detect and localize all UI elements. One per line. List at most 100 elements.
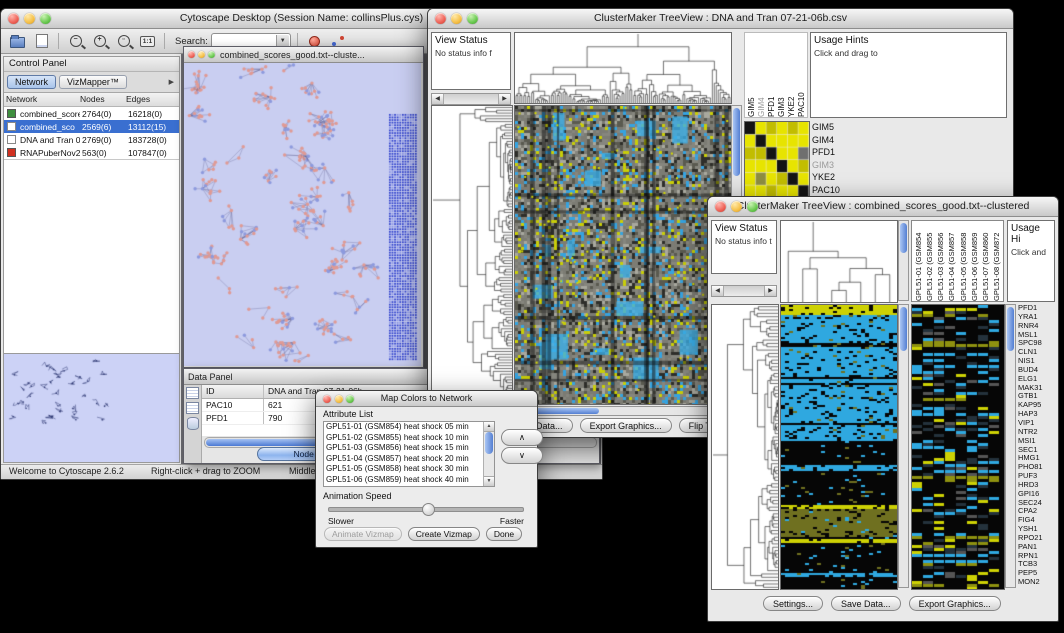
zoom-fit-icon[interactable]: ▫ [113,32,134,51]
scroll-right-icon[interactable]: ▶ [498,94,510,104]
scroll-left-icon[interactable]: ◀ [712,286,724,296]
matrix-row-label[interactable]: GIM3 [812,159,872,172]
gene-label[interactable]: VIP1 [1018,419,1056,428]
scroll-down-icon[interactable]: ▼ [484,476,494,486]
zoom-out-icon[interactable]: − [65,32,86,51]
import-icon[interactable] [31,32,52,51]
gene-list-scrollbar[interactable] [1005,304,1016,588]
scroll-right-icon[interactable]: ▶ [764,286,776,296]
gene-label[interactable]: PFD1 [1018,304,1056,313]
gene-label[interactable]: GTB1 [1018,392,1056,401]
gene-label[interactable]: MAK31 [1018,384,1056,393]
gene-label[interactable]: TCB3 [1018,560,1056,569]
treeview-button[interactable]: Save Data... [831,596,901,611]
gene-label[interactable]: HMG1 [1018,454,1056,463]
gene-label[interactable]: FIG4 [1018,516,1056,525]
gene-label[interactable]: ELG1 [1018,375,1056,384]
zoom-in-icon[interactable]: + [89,32,110,51]
create-attribute-icon[interactable] [186,402,199,414]
scrollbar-thumb[interactable] [900,223,907,253]
move-down-button[interactable]: ∨ [501,447,543,464]
dialog-button[interactable]: Create Vizmap [408,527,480,541]
tab-overflow-arrow[interactable]: ▶ [169,78,176,86]
correlation-matrix[interactable] [744,121,810,199]
gene-label[interactable]: HRD3 [1018,481,1056,490]
dialog-title-bar[interactable]: Map Colors to Network [316,391,537,407]
label-scrollbar[interactable] [898,220,909,301]
minimize-icon[interactable] [24,13,35,24]
minimize-icon[interactable] [335,395,343,403]
treeview-button[interactable]: Export Graphics... [909,596,1001,611]
gene-label[interactable]: CLN1 [1018,348,1056,357]
matrix-row-label[interactable]: PFD1 [812,146,872,159]
close-icon[interactable] [435,13,446,24]
heatmap-horizontal-scrollbar[interactable] [514,406,731,416]
matrix-row-label[interactable]: GIM4 [812,134,872,147]
network-row[interactable]: DNA and Tran 072769(0)183728(0) [4,133,179,146]
matrix-row-label[interactable]: GIM5 [812,121,872,134]
gene-label[interactable]: PUF3 [1018,472,1056,481]
gene-label[interactable]: MSI1 [1018,437,1056,446]
treeview-button[interactable]: Export Graphics... [580,418,672,433]
gene-label[interactable]: SEC1 [1018,446,1056,455]
gene-label[interactable]: NIS1 [1018,357,1056,366]
network-view-title-bar[interactable]: combined_scores_good.txt--cluste... [184,47,423,63]
treeview-combined-title-bar[interactable]: ClusterMaker TreeView : combined_scores_… [708,197,1058,217]
expression-heatmap[interactable] [514,105,732,405]
gene-label[interactable]: NTR2 [1018,428,1056,437]
gene-label[interactable]: PHO81 [1018,463,1056,472]
attribute-list-item[interactable]: GPL51-03 (GSM856) heat shock 15 min [324,443,483,454]
close-icon[interactable] [323,395,331,403]
attribute-list-item[interactable]: GPL51-06 (GSM859) heat shock 40 min [324,475,483,486]
maximize-icon[interactable] [747,201,758,212]
list-vertical-scrollbar[interactable]: ▲ ▼ [483,422,494,486]
attribute-list-item[interactable]: GPL51-04 (GSM857) heat shock 20 min [324,454,483,465]
animation-speed-slider[interactable] [328,503,524,514]
scroll-track[interactable] [444,94,498,104]
treeview-dna-title-bar[interactable]: ClusterMaker TreeView : DNA and Tran 07-… [428,9,1013,29]
attribute-list-item[interactable]: GPL51-07 (GSM860) heat shock 60 min [324,485,483,487]
gene-label[interactable]: HAP3 [1018,410,1056,419]
dendrogram-scrollbar[interactable]: ◀▶ [431,93,511,105]
open-network-icon[interactable] [7,32,28,51]
zoom-actual-icon[interactable]: 1:1 [137,32,158,51]
attribute-list-item[interactable]: GPL51-05 (GSM858) heat shock 30 min [324,464,483,475]
slider-thumb[interactable] [422,503,435,516]
dialog-button[interactable]: Done [486,527,522,541]
network-row[interactable]: combined_sco2569(6)13112(15) [4,120,179,133]
scrollbar-thumb[interactable] [485,432,493,454]
treeview-button[interactable]: Settings... [763,596,823,611]
dendrogram-scrollbar[interactable]: ◀▶ [711,285,777,297]
gene-label[interactable]: BUD4 [1018,366,1056,375]
attribute-list[interactable]: GPL51-01 (GSM854) heat shock 05 minGPL51… [323,421,495,487]
attribute-list-item[interactable]: GPL51-02 (GSM855) heat shock 10 min [324,433,483,444]
scrollbar-thumb[interactable] [733,108,740,176]
maximize-icon[interactable] [467,13,478,24]
secondary-heatmap[interactable] [911,304,1005,590]
maximize-icon[interactable] [208,51,215,58]
close-icon[interactable] [715,201,726,212]
network-canvas[interactable] [184,63,421,366]
scroll-track[interactable] [724,286,764,296]
gene-label[interactable]: MON2 [1018,578,1056,587]
close-icon[interactable] [188,51,195,58]
gene-label[interactable]: RPN1 [1018,552,1056,561]
gene-label[interactable]: GPI16 [1018,490,1056,499]
gene-label[interactable]: YRA1 [1018,313,1056,322]
scroll-up-icon[interactable]: ▲ [484,422,494,432]
attribute-list-item[interactable]: GPL51-01 (GSM854) heat shock 05 min [324,422,483,433]
gene-label[interactable]: CPA2 [1018,507,1056,516]
gene-label[interactable]: PAN1 [1018,543,1056,552]
gene-label[interactable]: YSH1 [1018,525,1056,534]
tab-network[interactable]: Network [7,75,56,89]
gene-label[interactable]: RPO21 [1018,534,1056,543]
tab-vizmapper[interactable]: VizMapper™ [59,75,127,89]
select-attributes-icon[interactable] [186,387,199,399]
move-up-button[interactable]: ∧ [501,429,543,446]
network-tree-area[interactable] [4,159,179,353]
column-dendrogram[interactable] [514,32,732,104]
minimize-icon[interactable] [451,13,462,24]
heatmap-vertical-scrollbar[interactable] [898,304,909,588]
network-row[interactable]: RNAPuberNov2563(0)107847(0) [4,146,179,159]
expression-heatmap[interactable] [780,304,898,590]
